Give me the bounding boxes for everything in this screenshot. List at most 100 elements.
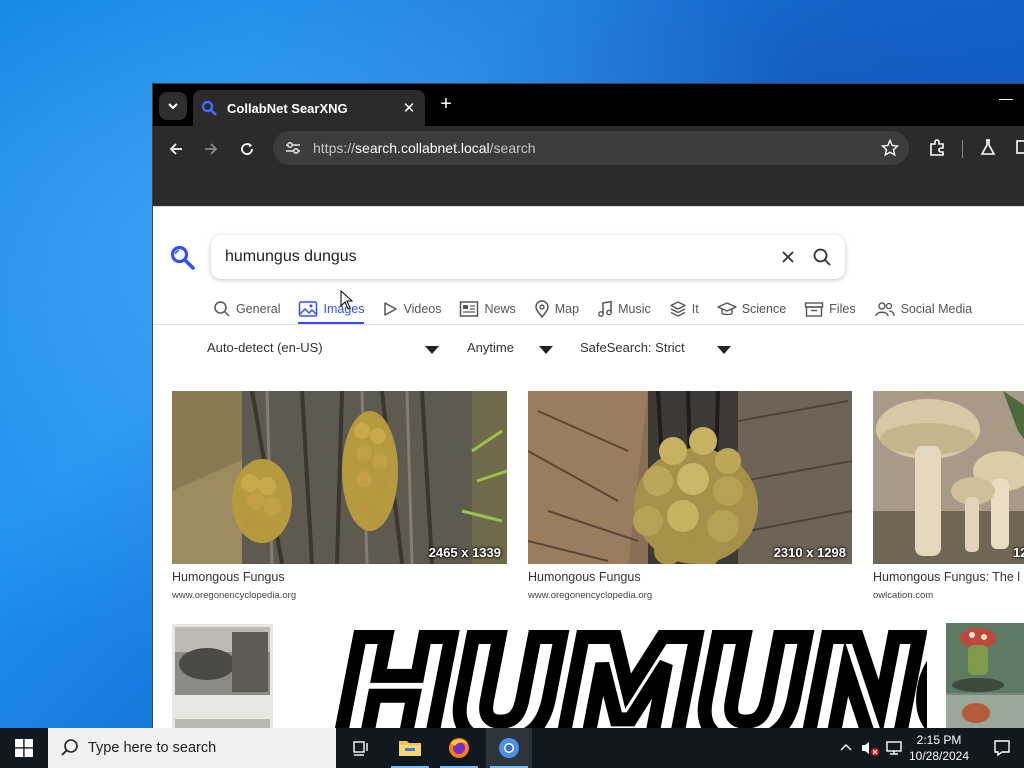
- start-button[interactable]: [0, 728, 48, 768]
- tab-videos[interactable]: Videos: [382, 296, 441, 322]
- music-note-icon: [598, 300, 612, 317]
- star-icon[interactable]: [881, 139, 899, 157]
- extensions-button[interactable]: [927, 138, 949, 160]
- tab-images[interactable]: Images: [298, 296, 365, 324]
- tab-files[interactable]: Files: [804, 296, 856, 322]
- newspaper-icon: [460, 301, 479, 317]
- toolbar-divider: [962, 140, 963, 158]
- tab-science[interactable]: Science: [716, 296, 786, 322]
- forward-button[interactable]: [200, 138, 222, 160]
- map-pin-icon: [534, 300, 549, 318]
- figurine-photo: [946, 623, 1024, 728]
- image-result[interactable]: [172, 624, 273, 728]
- image-size-badge: 2310 x 1298: [773, 545, 846, 560]
- tab-music[interactable]: Music: [597, 296, 651, 322]
- puzzle-icon: [930, 139, 944, 156]
- search-box[interactable]: humungus dungus: [211, 235, 845, 279]
- image-result[interactable]: 12 Humongous Fungus: The l owlcation.com: [873, 391, 1024, 601]
- system-tray: [838, 728, 904, 768]
- search-icon: [201, 100, 217, 116]
- chevron-down-icon: [168, 103, 178, 110]
- tab-map[interactable]: Map: [534, 296, 579, 322]
- notifications-button[interactable]: [980, 728, 1024, 768]
- fungus-photo: [172, 391, 507, 564]
- firefox-button[interactable]: [436, 728, 482, 768]
- chevron-up-icon[interactable]: [838, 740, 854, 756]
- browser-window: CollabNet SearXNG ✕ + — https://search.c…: [152, 83, 1024, 728]
- result-title[interactable]: Humongous Fungus: [172, 570, 507, 584]
- graduation-cap-icon: [716, 302, 737, 316]
- task-view-button[interactable]: [338, 728, 384, 768]
- time-range-select[interactable]: Anytime: [467, 340, 567, 355]
- search-icon: [61, 739, 78, 756]
- address-bar[interactable]: https://search.collabnet.local/search: [273, 131, 909, 165]
- tab-it[interactable]: It: [669, 296, 699, 322]
- result-thumbnail[interactable]: 2310 x 1298: [528, 391, 852, 564]
- image-result[interactable]: 2310 x 1298 Humongous Fungus www.oregone…: [528, 391, 852, 601]
- taskbar: Type here to search 2:15 PM 10/28/2024: [0, 728, 1024, 768]
- arrow-right-icon: [205, 143, 218, 155]
- search-input[interactable]: humungus dungus: [225, 248, 771, 266]
- people-icon: [874, 302, 895, 317]
- chrome-icon: [499, 738, 519, 758]
- mouse-cursor-icon: [340, 290, 354, 310]
- search-icon: [813, 248, 831, 266]
- language-select[interactable]: Auto-detect (en-US): [207, 340, 443, 355]
- search-filters: Auto-detect (en-US) Anytime SafeSearch: …: [153, 330, 1024, 370]
- vintage-photo: [172, 624, 273, 728]
- site-settings-icon: [286, 142, 300, 155]
- result-url: www.oregonencyclopedia.org: [172, 590, 297, 601]
- chrome-button[interactable]: [486, 728, 532, 768]
- taskbar-search[interactable]: Type here to search: [48, 728, 336, 768]
- labs-button[interactable]: [979, 138, 1001, 160]
- clear-button[interactable]: [771, 240, 805, 274]
- search-button[interactable]: [805, 240, 839, 274]
- searxng-logo-icon[interactable]: [169, 244, 195, 270]
- image-result[interactable]: 2465 x 1339 Humongous Fungus www.oregone…: [172, 391, 507, 601]
- category-tabs: General Images Videos News Map Music It …: [213, 296, 990, 324]
- flask-icon: [980, 139, 996, 155]
- layers-icon: [670, 301, 686, 317]
- image-result[interactable]: [946, 623, 1024, 728]
- result-url: owlcation.com: [873, 590, 934, 601]
- side-panel-button[interactable]: [1015, 138, 1024, 160]
- banner-text: HUMUNGUS: [337, 621, 927, 728]
- result-thumbnail[interactable]: 2465 x 1339: [172, 391, 507, 564]
- tab-active[interactable]: CollabNet SearXNG ✕: [193, 90, 425, 126]
- image-size-badge: 2465 x 1339: [428, 545, 501, 560]
- close-icon[interactable]: ✕: [401, 99, 417, 117]
- tab-news[interactable]: News: [459, 296, 516, 322]
- volume-muted-icon[interactable]: [860, 739, 880, 757]
- taskbar-clock[interactable]: 2:15 PM 10/28/2024: [900, 732, 978, 764]
- image-size-badge: 12: [1013, 545, 1024, 560]
- safesearch-select[interactable]: SafeSearch: Strict: [580, 340, 736, 355]
- tab-list-button[interactable]: [159, 92, 187, 120]
- back-button[interactable]: [165, 138, 187, 160]
- fungus-photo: [873, 391, 1024, 564]
- firefox-icon: [449, 738, 469, 758]
- minimize-icon[interactable]: —: [999, 90, 1013, 106]
- panel-icon: [1016, 140, 1024, 154]
- result-title[interactable]: Humongous Fungus: [528, 570, 852, 584]
- fungus-photo: [528, 391, 852, 564]
- reload-button[interactable]: [236, 138, 258, 160]
- play-icon: [384, 302, 398, 316]
- archive-icon: [804, 302, 824, 317]
- caret-down-icon: [717, 346, 731, 354]
- result-title[interactable]: Humongous Fungus: The l: [873, 570, 1024, 584]
- image-result[interactable]: HUMUNGUS: [327, 621, 927, 728]
- tab-social-media[interactable]: Social Media: [874, 296, 972, 322]
- search-icon: [214, 301, 230, 317]
- image-icon: [299, 301, 318, 317]
- new-tab-button[interactable]: +: [436, 93, 456, 116]
- notification-icon: [994, 740, 1010, 757]
- url-text: https://search.collabnet.local/search: [313, 140, 536, 156]
- tab-general[interactable]: General: [213, 296, 280, 322]
- file-explorer-button[interactable]: [387, 728, 433, 768]
- result-thumbnail[interactable]: 12: [873, 391, 1024, 564]
- folder-icon: [399, 741, 421, 756]
- result-url: www.oregonencyclopedia.org: [528, 590, 653, 601]
- task-view-icon: [353, 741, 368, 756]
- windows-logo-icon: [15, 739, 33, 757]
- browser-toolbar: https://search.collabnet.local/search: [153, 126, 1024, 206]
